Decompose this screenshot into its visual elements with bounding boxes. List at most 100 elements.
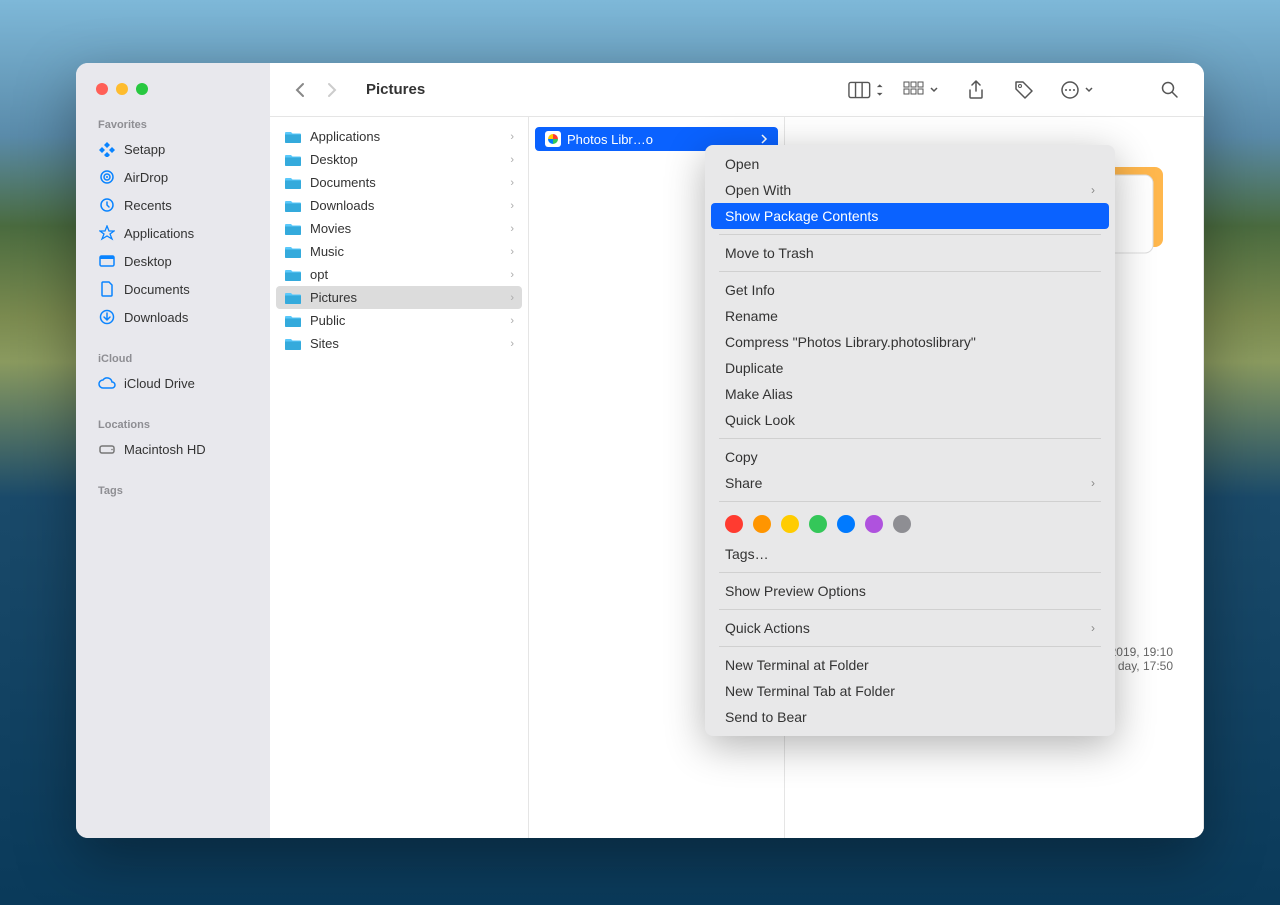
folder-icon (284, 245, 302, 259)
menu-item-copy[interactable]: Copy (711, 444, 1109, 470)
column-1: Applications›Desktop›Documents›Downloads… (270, 117, 529, 838)
chevron-right-icon: › (510, 269, 514, 281)
menu-item-duplicate[interactable]: Duplicate (711, 355, 1109, 381)
menu-item-show-package-contents[interactable]: Show Package Contents (711, 203, 1109, 229)
context-menu: Open Open With›Show Package Contents Move … (705, 145, 1115, 736)
folder-label: Movies (310, 221, 351, 236)
sidebar-heading: iCloud (76, 349, 270, 369)
menu-item-label: Quick Actions (725, 620, 810, 636)
folder-sites[interactable]: Sites› (270, 332, 528, 355)
menu-divider (719, 438, 1101, 439)
sidebar-item-label: Applications (124, 226, 194, 241)
menu-item-rename[interactable]: Rename (711, 303, 1109, 329)
view-columns-button[interactable] (848, 76, 884, 104)
folder-music[interactable]: Music› (270, 240, 528, 263)
chevron-right-icon (760, 134, 768, 144)
sidebar-item-downloads[interactable]: Downloads (76, 303, 270, 331)
applications-icon (98, 224, 116, 242)
menu-divider (719, 572, 1101, 573)
menu-item-new-terminal-at-folder[interactable]: New Terminal at Folder (711, 652, 1109, 678)
folder-label: Public (310, 313, 345, 328)
menu-item-label: New Terminal at Folder (725, 657, 869, 673)
tag-color-4[interactable] (837, 515, 855, 533)
share-button[interactable] (958, 76, 994, 104)
sidebar-item-label: Documents (124, 282, 190, 297)
sidebar-item-desktop[interactable]: Desktop (76, 247, 270, 275)
folder-public[interactable]: Public› (270, 309, 528, 332)
action-button[interactable] (1054, 76, 1100, 104)
folder-downloads[interactable]: Downloads› (270, 194, 528, 217)
menu-item-open[interactable]: Open (711, 151, 1109, 177)
sidebar-item-label: AirDrop (124, 170, 168, 185)
minimize-window-button[interactable] (116, 83, 128, 95)
menu-item-open-with[interactable]: Open With› (711, 177, 1109, 203)
folder-label: Pictures (310, 290, 357, 305)
folder-documents[interactable]: Documents› (270, 171, 528, 194)
chevron-right-icon: › (510, 292, 514, 304)
menu-item-make-alias[interactable]: Make Alias (711, 381, 1109, 407)
chevron-right-icon: › (510, 223, 514, 235)
folder-opt[interactable]: opt› (270, 263, 528, 286)
menu-item-tags[interactable]: Tags… (711, 541, 1109, 567)
menu-item-label: Rename (725, 308, 778, 324)
menu-item-label: New Terminal Tab at Folder (725, 683, 895, 699)
folder-label: Desktop (310, 152, 358, 167)
chevron-right-icon: › (510, 154, 514, 166)
folder-icon (284, 130, 302, 144)
menu-item-label: Show Preview Options (725, 583, 866, 599)
sidebar-item-icloud-drive[interactable]: iCloud Drive (76, 369, 270, 397)
documents-icon (98, 280, 116, 298)
forward-button[interactable] (318, 76, 346, 104)
folder-applications[interactable]: Applications› (270, 125, 528, 148)
sidebar-item-setapp[interactable]: Setapp (76, 135, 270, 163)
setapp-icon (98, 140, 116, 158)
menu-item-quick-actions[interactable]: Quick Actions › (711, 615, 1109, 641)
icloud-icon (98, 374, 116, 392)
sidebar-item-macintosh-hd[interactable]: Macintosh HD (76, 435, 270, 463)
menu-divider (719, 609, 1101, 610)
tag-color-3[interactable] (809, 515, 827, 533)
menu-item-move-to-trash[interactable]: Move to Trash (711, 240, 1109, 266)
folder-movies[interactable]: Movies › (270, 217, 528, 240)
tag-color-2[interactable] (781, 515, 799, 533)
search-button[interactable] (1152, 76, 1188, 104)
sidebar-item-applications[interactable]: Applications (76, 219, 270, 247)
menu-item-label: Open (725, 156, 759, 172)
menu-item-send-to-bear[interactable]: Send to Bear (711, 704, 1109, 730)
back-button[interactable] (286, 76, 314, 104)
folder-icon (284, 199, 302, 213)
menu-divider (719, 234, 1101, 235)
sidebar-item-recents[interactable]: Recents (76, 191, 270, 219)
sidebar-heading: Favorites (76, 115, 270, 135)
menu-item-label: Share (725, 475, 762, 491)
menu-item-show-preview-options[interactable]: Show Preview Options (711, 578, 1109, 604)
folder-icon (284, 222, 302, 236)
menu-item-label: Compress "Photos Library.photoslibrary" (725, 334, 976, 350)
tag-color-6[interactable] (893, 515, 911, 533)
tag-color-1[interactable] (753, 515, 771, 533)
tag-color-5[interactable] (865, 515, 883, 533)
toolbar: Pictures (270, 63, 1204, 117)
menu-item-compress-photos-library-photoslibrary[interactable]: Compress "Photos Library.photoslibrary" (711, 329, 1109, 355)
file-label: Photos Libr…o (567, 132, 653, 147)
recents-icon (98, 196, 116, 214)
menu-item-get-info[interactable]: Get Info (711, 277, 1109, 303)
tags-button[interactable] (1006, 76, 1042, 104)
menu-item-label: Duplicate (725, 360, 783, 376)
menu-item-share[interactable]: Share› (711, 470, 1109, 496)
menu-item-new-terminal-tab-at-folder[interactable]: New Terminal Tab at Folder (711, 678, 1109, 704)
folder-pictures[interactable]: Pictures › (276, 286, 522, 309)
chevron-right-icon: › (1091, 621, 1095, 635)
folder-desktop[interactable]: Desktop › (270, 148, 528, 171)
sidebar-item-documents[interactable]: Documents (76, 275, 270, 303)
group-button[interactable] (896, 76, 946, 104)
folder-label: Documents (310, 175, 376, 190)
downloads-icon (98, 308, 116, 326)
folder-icon (284, 291, 302, 305)
menu-item-quick-look[interactable]: Quick Look (711, 407, 1109, 433)
sidebar-item-airdrop[interactable]: AirDrop (76, 163, 270, 191)
tag-color-0[interactable] (725, 515, 743, 533)
disk-icon (98, 440, 116, 458)
maximize-window-button[interactable] (136, 83, 148, 95)
close-window-button[interactable] (96, 83, 108, 95)
